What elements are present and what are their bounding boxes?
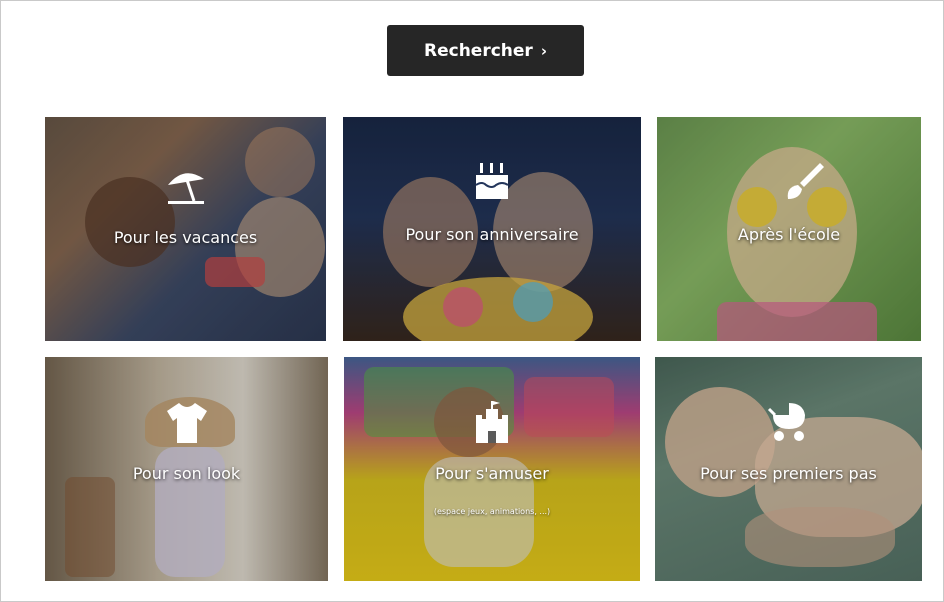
category-card-look[interactable]: Pour son look	[45, 357, 328, 581]
card-label: Pour s'amuser	[435, 464, 549, 483]
search-button[interactable]: Rechercher ›	[387, 25, 584, 76]
search-button-label: Rechercher	[424, 40, 533, 61]
card-label: Pour les vacances	[113, 228, 258, 247]
card-sublabel: (espace jeux, animations, ...)	[433, 507, 551, 516]
category-card-apres-ecole[interactable]: Après l'école	[657, 117, 921, 341]
page-frame: Rechercher › Pour les vacances Pour son …	[0, 0, 944, 602]
castle-icon	[476, 401, 508, 443]
card-label: Après l'école	[737, 225, 841, 244]
category-card-vacances[interactable]: Pour les vacances	[45, 117, 326, 341]
tshirt-icon	[166, 403, 207, 443]
card-label: Pour son look	[132, 464, 241, 483]
paintbrush-icon	[787, 163, 825, 199]
stroller-icon	[767, 403, 805, 441]
birthday-cake-icon	[475, 163, 509, 199]
category-card-anniversaire[interactable]: Pour son anniversaire	[343, 117, 641, 341]
card-label: Pour ses premiers pas	[700, 464, 877, 483]
category-card-premiers-pas[interactable]: Pour ses premiers pas	[655, 357, 922, 581]
chevron-right-icon: ›	[540, 41, 547, 60]
beach-umbrella-icon	[167, 173, 204, 204]
category-card-amuser[interactable]: Pour s'amuser (espace jeux, animations, …	[344, 357, 640, 581]
card-label: Pour son anniversaire	[405, 225, 579, 244]
